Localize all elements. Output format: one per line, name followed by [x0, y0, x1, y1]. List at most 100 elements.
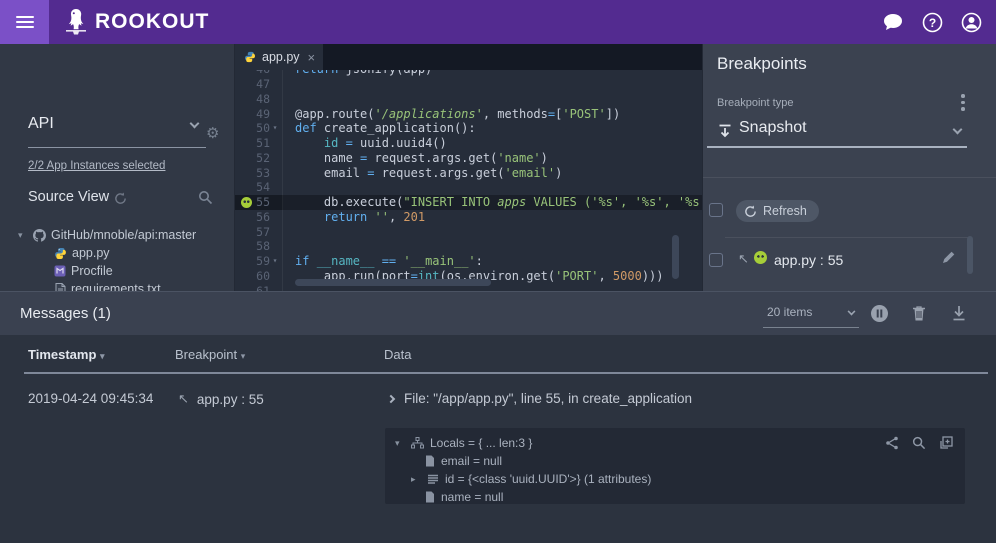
app-select[interactable]: API [28, 104, 206, 148]
divider [703, 177, 996, 178]
code-line: 50▾def create_application(): [235, 121, 702, 136]
code-line: 55 db.execute("INSERT INTO apps VALUES (… [235, 195, 702, 210]
refresh-button[interactable]: Refresh [736, 200, 819, 222]
locals-var-row[interactable]: name = null [395, 488, 955, 506]
locals-var-label: name = null [441, 490, 503, 504]
chat-icon[interactable] [882, 12, 904, 32]
tree-repo-row[interactable]: ▾ GitHub/mnoble/api:master [18, 226, 196, 244]
vertical-scrollbar[interactable] [672, 235, 679, 279]
refresh-sources-icon[interactable] [114, 192, 127, 205]
refresh-row-checkbox[interactable] [709, 203, 723, 217]
search-icon[interactable] [912, 436, 926, 450]
python-file-icon [244, 51, 256, 63]
message-data-text: File: "/app/app.py", line 55, in create_… [404, 391, 692, 406]
messages-title: Messages (1) [20, 305, 111, 322]
messages-table-header: Timestamp ▾ Breakpoint ▾ Data [0, 347, 996, 369]
chevron-down-icon [190, 119, 200, 129]
code-line: 59▾if __name__ == '__main__': [235, 254, 702, 269]
search-icon[interactable] [198, 190, 213, 205]
account-icon[interactable] [961, 12, 982, 33]
sort-arrow-icon: ▾ [241, 351, 246, 361]
editor-tab-bar: app.py × [235, 44, 702, 70]
breakpoint-item[interactable]: app.py : 55 [774, 252, 843, 268]
pause-icon[interactable] [870, 304, 889, 323]
raven-logo-icon [63, 7, 89, 37]
fold-caret-icon[interactable]: ▾ [270, 121, 280, 136]
tree-file-app-py[interactable]: app.py [18, 244, 196, 262]
column-header-data: Data [384, 347, 411, 362]
kebab-menu-icon[interactable] [956, 94, 970, 114]
refresh-button-label: Refresh [763, 204, 807, 218]
chevron-right-icon [387, 394, 395, 402]
fold-caret-icon[interactable]: ▾ [270, 254, 280, 269]
arrow-up-left-icon: ↖ [738, 251, 749, 267]
hamburger-menu-icon[interactable] [0, 0, 49, 44]
messages-panel: Messages (1) 20 items Timestamp ▾ Breakp… [0, 291, 996, 543]
code-line: 54 [235, 180, 702, 195]
share-icon[interactable] [885, 436, 899, 450]
tab-app-py[interactable]: app.py × [235, 44, 323, 70]
breakpoint-checkbox[interactable] [709, 253, 723, 267]
tree-structure-icon [411, 437, 424, 449]
message-breakpoint: app.py : 55 [197, 392, 264, 407]
locals-var-row[interactable]: ▸ id = {<class 'uuid.UUID'>} (1 attribut… [395, 470, 955, 488]
code-line: 46return jsonify(app) [235, 70, 702, 77]
gear-icon[interactable]: ⚙ [206, 126, 219, 141]
messages-header: Messages (1) 20 items [0, 291, 996, 335]
svg-text:?: ? [929, 16, 936, 30]
code-line: 57 [235, 225, 702, 240]
app-instances-link[interactable]: 2/2 App Instances selected [28, 160, 165, 172]
breakpoint-type-select[interactable]: Snapshot [707, 116, 967, 148]
column-header-timestamp[interactable]: Timestamp ▾ [28, 347, 105, 362]
sort-arrow-icon: ▾ [100, 351, 105, 361]
code-line: 53 email = request.args.get('email') [235, 166, 702, 181]
message-data-expander[interactable]: File: "/app/app.py", line 55, in create_… [388, 391, 692, 406]
locals-var-label: id = {<class 'uuid.UUID'>} (1 attributes… [445, 472, 651, 486]
help-icon[interactable]: ? [922, 12, 943, 33]
code-line: 47 [235, 77, 702, 92]
object-icon [427, 474, 439, 485]
file-tree: ▾ GitHub/mnoble/api:master app.py Procfi… [18, 226, 196, 298]
locals-var-label: email = null [441, 454, 502, 468]
code-line: 56 return '', 201 [235, 210, 702, 225]
rookout-breakpoint-icon [754, 251, 767, 264]
snapshot-icon [717, 123, 733, 139]
locals-root-row[interactable]: ▾ Locals = { ... len:3 } [395, 434, 955, 452]
breakpoint-type-value: Snapshot [739, 119, 807, 137]
code-lines: 46return jsonify(app)474849@app.route('/… [235, 70, 702, 291]
close-tab-icon[interactable]: × [308, 50, 316, 65]
page-size-select[interactable]: 20 items [763, 298, 859, 328]
horizontal-scrollbar[interactable] [295, 279, 491, 286]
logo-text: ROOKOUT [95, 10, 209, 34]
code-line: 49@app.route('/applications', methods=['… [235, 107, 702, 122]
source-view-label: Source View [28, 189, 109, 205]
download-icon[interactable] [951, 305, 967, 322]
locals-var-row[interactable]: email = null [395, 452, 955, 470]
caret-right-icon[interactable]: ▸ [411, 474, 421, 485]
trash-icon[interactable] [911, 305, 927, 322]
code-editor: app.py × 46return jsonify(app)474849@app… [235, 44, 702, 291]
chevron-down-icon [848, 308, 856, 316]
code-line: 48 [235, 92, 702, 107]
table-header-divider [24, 372, 988, 374]
arrow-up-left-icon: ↖ [178, 391, 189, 407]
breakpoints-scrollbar[interactable] [967, 236, 973, 274]
code-line: 52 name = request.args.get('name') [235, 151, 702, 166]
caret-down-icon[interactable]: ▾ [395, 438, 405, 449]
add-to-board-icon[interactable] [939, 436, 953, 450]
document-icon [425, 455, 435, 467]
github-icon [33, 229, 46, 242]
source-sidebar: API ⚙ 2/2 App Instances selected Source … [0, 44, 235, 291]
rookout-breakpoint-icon[interactable] [241, 197, 252, 208]
app-select-value: API [28, 115, 54, 132]
document-icon [425, 491, 435, 503]
edit-pencil-icon[interactable] [941, 250, 956, 265]
tree-file-procfile[interactable]: Procfile [18, 262, 196, 280]
breakpoint-type-label: Breakpoint type [717, 97, 793, 109]
caret-down-icon[interactable]: ▾ [18, 230, 28, 241]
breakpoints-title: Breakpoints [717, 54, 807, 74]
column-header-breakpoint[interactable]: Breakpoint ▾ [175, 347, 245, 362]
tree-repo-label: GitHub/mnoble/api:master [51, 228, 196, 242]
page-size-value: 20 items [763, 305, 812, 319]
divider [725, 237, 970, 238]
